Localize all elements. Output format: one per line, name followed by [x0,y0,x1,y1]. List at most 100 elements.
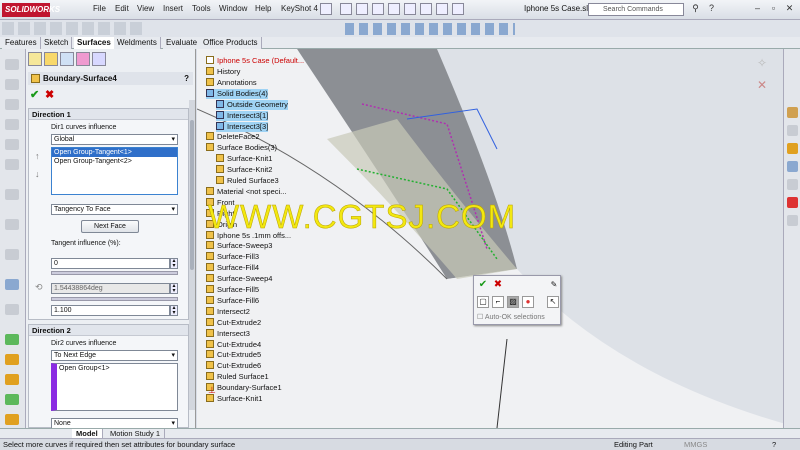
extrude-tool-icon[interactable] [5,334,19,345]
ok-check-button[interactable]: ✔ [30,88,39,101]
rebuild-icon[interactable] [436,3,448,15]
relation-tool-icon[interactable] [5,304,19,315]
tree-item[interactable]: Cut-Extrude5 [206,350,261,360]
dimension-tool-icon[interactable] [5,279,19,290]
offset-tool-icon[interactable] [5,219,19,230]
tree-item[interactable]: Solid Bodies(4) [206,88,268,99]
tangent-influence-input[interactable]: 0 [51,258,170,269]
configuration-manager-icon[interactable] [60,52,74,66]
select-region-icon[interactable]: ● [522,296,534,308]
arc-tool-icon[interactable] [5,119,19,130]
tangent-influence-spinner[interactable]: ▴ ▾ [170,258,178,269]
angle-spinner[interactable]: ▴ ▾ [170,283,178,294]
restore-icon[interactable]: ▫ [768,3,779,14]
dir1-tangency-select[interactable]: Tangency To Face [51,204,178,215]
new-icon[interactable] [340,3,352,15]
help-question-icon[interactable]: ? [184,72,189,85]
tree-item[interactable]: Cut-Extrude6 [206,361,261,371]
tangent-influence-slider[interactable] [51,271,178,275]
menu-view[interactable]: View [137,4,154,13]
next-face-button[interactable]: Next Face [81,220,139,233]
tree-item[interactable]: Material <not speci... [206,186,286,197]
sweep-tool-icon[interactable] [5,374,19,385]
tree-item[interactable]: Cut-Extrude2 [206,317,261,328]
tree-root[interactable]: Iphone 5s Case (Default... [206,56,304,66]
feature-manager-icon[interactable] [28,52,42,66]
menu-window[interactable]: Window [219,4,247,13]
dir2-curves-list[interactable]: Open Group<1> [51,363,178,411]
view-toolbar-icons[interactable] [345,23,515,35]
tab-surfaces[interactable]: Surfaces [74,37,115,49]
resources-icon[interactable] [787,125,798,136]
home-icon[interactable] [787,107,798,118]
boundary-tool-icon[interactable] [5,414,19,425]
select-face-icon[interactable]: ▢ [477,296,489,308]
tab-features[interactable]: Features [2,37,41,49]
tree-item[interactable]: Surface-Sweep3 [206,241,272,251]
length-input[interactable]: 1.100 [51,305,170,316]
tree-item[interactable]: Ruled Surface1 [206,372,269,382]
close-icon[interactable]: ✕ [784,3,795,14]
trim-tool-icon[interactable] [5,189,19,200]
tab-sketch[interactable]: Sketch [41,37,73,49]
dir2-influence-select[interactable]: To Next Edge [51,350,178,361]
viewport-close-icon[interactable]: ✕ [757,78,767,92]
tab-office-products[interactable]: Office Products [200,37,262,49]
tree-item[interactable]: Surface-Sweep4 [206,274,272,284]
menu-file[interactable]: File [93,4,106,13]
tree-item[interactable]: Surface-Fill5 [206,285,259,295]
menu-help[interactable]: Help [255,4,271,13]
scrollbar-thumb[interactable] [190,120,194,270]
menu-edit[interactable]: Edit [115,4,129,13]
dir1-curves-list[interactable]: Open Group-Tangent<1> Open Group-Tangent… [51,147,178,195]
sketch-tool-icon[interactable] [5,59,19,70]
panel-scrollbar[interactable] [189,100,195,410]
custom-properties-icon[interactable] [787,215,798,226]
mirror-tool-icon[interactable] [5,249,19,260]
select-icon[interactable] [420,3,432,15]
tree-item[interactable]: Outside Geometry [216,99,288,110]
select-group-icon[interactable]: ▨ [507,296,519,308]
cancel-x-button[interactable]: ✖ [45,88,54,101]
status-help-icon[interactable]: ? [772,439,776,450]
select-edge-icon[interactable]: ⌐ [492,296,504,308]
auto-ok-checkbox[interactable]: ☐ Auto-OK selections [477,313,545,321]
tab-weldments[interactable]: Weldments [114,37,161,49]
print-icon[interactable] [388,3,400,15]
tree-item[interactable]: Surface-Fill6 [206,295,259,306]
view-palette-icon[interactable] [787,179,798,190]
tab-evaluate[interactable]: Evaluate [163,37,202,49]
tree-item[interactable]: Boundary-Surface1 [206,383,282,393]
direction2-header[interactable]: Direction 2 [29,325,188,336]
search-commands-input[interactable]: Search Commands [588,3,684,16]
move-down-icon[interactable]: ↓ [35,169,40,179]
menu-insert[interactable]: Insert [163,4,183,13]
popup-cancel-icon[interactable]: ✖ [492,279,504,291]
appearances-icon[interactable] [787,197,798,208]
spline-tool-icon[interactable] [5,139,19,150]
tree-item[interactable]: Surface Bodies(3) [206,143,277,153]
tree-item[interactable]: DeleteFace2 [206,132,260,142]
tree-item[interactable]: Intersect3 [206,328,250,339]
surface-tools-icons[interactable] [2,22,142,35]
options-icon[interactable] [452,3,464,15]
tree-item[interactable]: Surface-Fill4 [206,263,259,273]
direction1-header[interactable]: Direction 1 [29,109,188,120]
list-item[interactable]: Open Group-Tangent<2> [52,157,177,166]
save-icon[interactable] [372,3,384,15]
minimize-icon[interactable]: – [752,3,763,14]
search-magnifier-icon[interactable]: ⚲ [690,3,701,14]
move-up-icon[interactable]: ↑ [35,151,40,161]
line-tool-icon[interactable] [5,79,19,90]
tree-item[interactable]: Ruled Surface3 [216,176,279,186]
list-item[interactable]: Open Group<1> [57,364,177,373]
property-manager-icon[interactable] [44,52,58,66]
tree-item[interactable]: Intersect3[3] [216,121,269,132]
tree-item[interactable]: History [206,67,240,77]
menu-tools[interactable]: Tools [192,4,211,13]
revolve-tool-icon[interactable] [5,354,19,365]
tree-item[interactable]: Annotations [206,77,257,88]
popup-ok-icon[interactable]: ✔ [477,279,489,291]
dir1-influence-select[interactable]: Global [51,134,178,145]
pin-icon[interactable] [320,3,332,15]
